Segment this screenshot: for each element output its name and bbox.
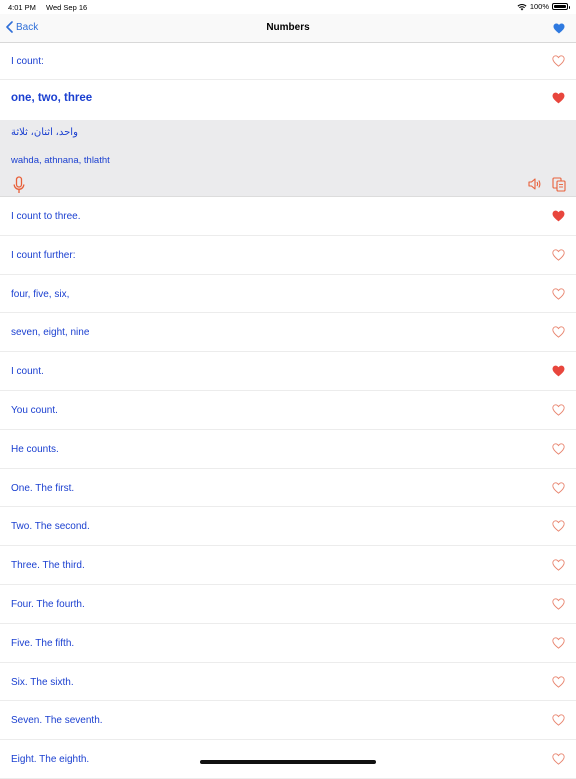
home-indicator bbox=[200, 760, 376, 764]
heart-outline-icon[interactable] bbox=[552, 481, 565, 494]
heart-outline-icon[interactable] bbox=[552, 326, 565, 339]
list-item[interactable]: He counts. bbox=[0, 430, 576, 469]
selected-phrase-text: one, two, three bbox=[11, 92, 93, 104]
list-item[interactable]: I count: bbox=[0, 42, 576, 80]
list-item[interactable]: Two. The second. bbox=[0, 507, 576, 547]
phrase-text: seven, eight, nine bbox=[11, 327, 90, 339]
copy-icon[interactable] bbox=[552, 177, 566, 192]
phrase-text: Six. The sixth. bbox=[11, 676, 74, 688]
heart-outline-icon[interactable] bbox=[552, 249, 565, 261]
wifi-icon bbox=[517, 3, 527, 10]
battery-percent: 100% bbox=[529, 2, 549, 11]
phrase-text: Three. The third. bbox=[11, 560, 85, 572]
list-item[interactable]: I count to three. bbox=[0, 197, 576, 236]
heart-outline-icon[interactable] bbox=[552, 598, 565, 610]
heart-outline-icon[interactable] bbox=[552, 637, 565, 649]
phrase-text: Four. The fourth. bbox=[11, 598, 85, 610]
translation-panel: واحد، اثنان، ثلاثة wahda, athnana, thlat… bbox=[0, 120, 576, 197]
list-item[interactable]: I count. bbox=[0, 352, 576, 391]
navigation-bar: Back Numbers bbox=[0, 14, 576, 43]
heart-outline-icon[interactable] bbox=[552, 559, 565, 571]
list-item[interactable]: Three. The third. bbox=[0, 546, 576, 585]
selected-phrase-row[interactable]: one, two, three bbox=[0, 80, 576, 120]
arabic-translation: واحد، اثنان، ثلاثة bbox=[11, 127, 78, 138]
phrase-rows: I count to three. I count further: four, f… bbox=[0, 197, 576, 779]
transliteration: wahda, athnana, thlatht bbox=[11, 155, 110, 166]
list-item[interactable]: four, five, six, bbox=[0, 275, 576, 314]
phrase-text: Two. The second. bbox=[11, 521, 90, 533]
heart-filled-icon[interactable] bbox=[552, 210, 565, 222]
status-bar: 4:01 PM Wed Sep 16 100% bbox=[0, 0, 576, 14]
phrase-text: Eight. The eighth. bbox=[11, 754, 90, 766]
heart-outline-icon[interactable] bbox=[552, 443, 565, 455]
phrase-text: Five. The fifth. bbox=[11, 637, 75, 649]
list-item[interactable]: One. The first. bbox=[0, 469, 576, 508]
phrase-text: I count to three. bbox=[11, 211, 81, 222]
phrase-text: One. The first. bbox=[11, 482, 75, 494]
phrase-text: I count: bbox=[11, 56, 44, 67]
phrase-text: You count. bbox=[11, 404, 58, 416]
phrase-text: I count further: bbox=[11, 249, 76, 261]
phrase-text: He counts. bbox=[11, 443, 59, 455]
heart-outline-icon[interactable] bbox=[552, 675, 565, 688]
phrase-text: four, five, six, bbox=[11, 288, 70, 300]
heart-outline-icon[interactable] bbox=[552, 753, 565, 765]
heart-outline-icon[interactable] bbox=[552, 714, 565, 727]
list-item[interactable]: seven, eight, nine bbox=[0, 313, 576, 353]
heart-outline-icon[interactable] bbox=[552, 404, 565, 416]
list-item[interactable]: Six. The sixth. bbox=[0, 663, 576, 702]
list-item[interactable]: You count. bbox=[0, 391, 576, 430]
battery-icon bbox=[552, 3, 570, 10]
phrase-text: Seven. The seventh. bbox=[11, 715, 103, 727]
list-item[interactable]: Five. The fifth. bbox=[0, 624, 576, 663]
status-date: Wed Sep 16 bbox=[46, 3, 88, 12]
heart-outline-icon[interactable] bbox=[552, 520, 565, 533]
list-item[interactable]: Seven. The seventh. bbox=[0, 701, 576, 741]
page-title: Numbers bbox=[266, 22, 310, 33]
list-item[interactable]: I count further: bbox=[0, 236, 576, 275]
status-time: 4:01 PM bbox=[8, 3, 36, 12]
heart-filled-icon[interactable] bbox=[552, 92, 565, 104]
speaker-icon[interactable] bbox=[528, 178, 542, 190]
heart-outline-icon[interactable] bbox=[552, 288, 565, 300]
phrase-text: I count. bbox=[11, 366, 44, 378]
favorites-heart-icon[interactable] bbox=[553, 23, 565, 34]
phrase-list: I count: one, two, three واحد، اثنان، ثل… bbox=[0, 42, 576, 779]
microphone-icon[interactable] bbox=[13, 176, 25, 194]
heart-filled-icon[interactable] bbox=[552, 365, 565, 377]
heart-outline-icon[interactable] bbox=[552, 55, 565, 67]
list-item[interactable]: Four. The fourth. bbox=[0, 585, 576, 624]
